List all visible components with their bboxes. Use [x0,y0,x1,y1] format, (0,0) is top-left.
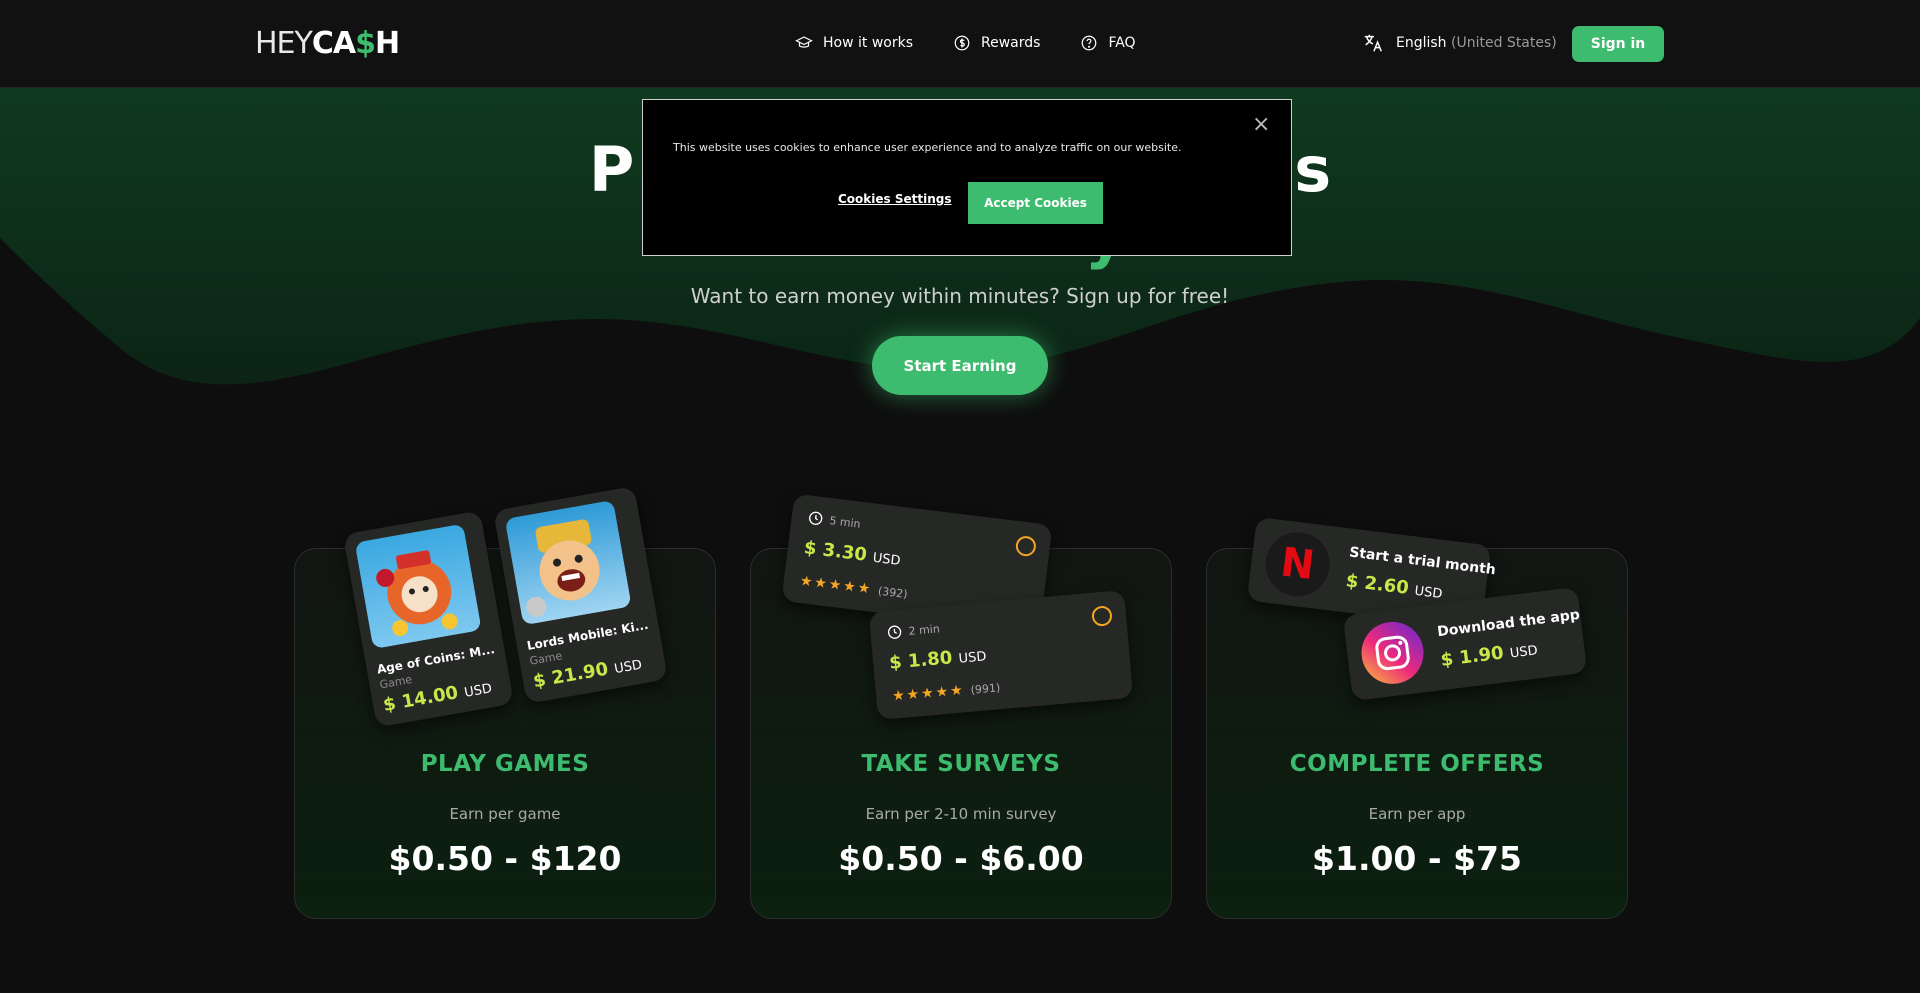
lords-mobile-image [506,501,631,624]
nav-faq[interactable]: FAQ [1080,30,1136,56]
game-tile[interactable]: Lords Mobile: Ki... Game $ 21.90 USD [493,486,668,704]
card-earnings-range: $0.50 - $120 [388,839,622,878]
heycash-logo[interactable]: HEYCA$H [255,24,400,64]
language-region: (United States) [1451,35,1557,51]
card-title: COMPLETE OFFERS [1289,751,1545,777]
hot-badge-icon [1014,534,1038,558]
cookie-text: This website uses cookies to enhance use… [673,141,1182,154]
card-subtitle: Earn per 2-10 min survey [865,805,1057,823]
nav-label: Rewards [981,35,1041,51]
star-rating: ★★★★★ (392) [798,572,909,602]
card-subtitle: Earn per app [1368,805,1466,823]
survey-duration: 5 min [807,509,862,531]
accept-cookies-button[interactable]: Accept Cookies [968,182,1103,224]
nav-rewards[interactable]: Rewards [953,30,1040,56]
netflix-icon: N [1261,528,1334,600]
instagram-icon [1361,621,1424,684]
offer-price: $ 2.60 USD [1344,570,1444,603]
clock-icon [887,625,902,639]
survey-tile[interactable]: 2 min $ 1.80 USD ★★★★★ (991) [868,590,1134,720]
cookies-settings-button[interactable]: Cookies Settings [838,192,952,206]
game-tile[interactable]: Age of Coins: M... Game $ 14.00 USD [343,510,515,728]
card-earnings-range: $1.00 - $75 [1312,839,1522,878]
star-rating: ★★★★★ (991) [891,681,1001,705]
translate-icon [1364,34,1382,52]
nav-how-it-works[interactable]: How it works [795,30,913,56]
survey-price: $ 3.30 USD [802,537,902,569]
site-header: HEYCA$H How it works Rewards FAQ English… [0,0,1920,88]
card-earnings-range: $0.50 - $6.00 [838,839,1084,878]
card-title: PLAY GAMES [420,751,590,777]
start-earning-button[interactable]: Start Earning [872,336,1048,395]
survey-price: $ 1.80 USD [888,647,988,674]
question-circle-icon [1082,35,1097,51]
play-games-card[interactable]: Age of Coins: M... Game $ 14.00 USD Lord… [294,486,716,919]
take-surveys-card[interactable]: 5 min $ 3.30 USD ★★★★★ (392) 2 min $ 1.80… [750,493,1172,919]
age-of-coins-image [356,525,481,648]
offer-title: Download the app [1436,606,1581,641]
cookie-banner: × This website uses cookies to enhance u… [642,99,1292,256]
dollar-circle-icon [954,35,970,51]
survey-duration: 2 min [886,620,940,641]
card-subtitle: Earn per game [449,805,561,823]
language-selector[interactable]: English (United States) [1362,32,1557,54]
complete-offers-card[interactable]: N Start a trial month $ 2.60 USD Downloa… [1206,516,1628,919]
offer-price: $ 1.90 USD [1439,642,1539,671]
clock-icon [809,511,823,525]
close-icon[interactable]: × [1252,114,1270,136]
language-label: English [1396,35,1447,51]
graduation-cap-icon [795,36,813,48]
nav-label: FAQ [1108,35,1136,51]
hot-badge-icon [1091,605,1113,627]
card-title: TAKE SURVEYS [861,751,1061,777]
hero-subtitle: Want to earn money within minutes? Sign … [690,284,1230,308]
sign-in-button[interactable]: Sign in [1572,26,1664,62]
main-nav: How it works Rewards FAQ [795,30,1136,56]
nav-label: How it works [823,35,913,51]
